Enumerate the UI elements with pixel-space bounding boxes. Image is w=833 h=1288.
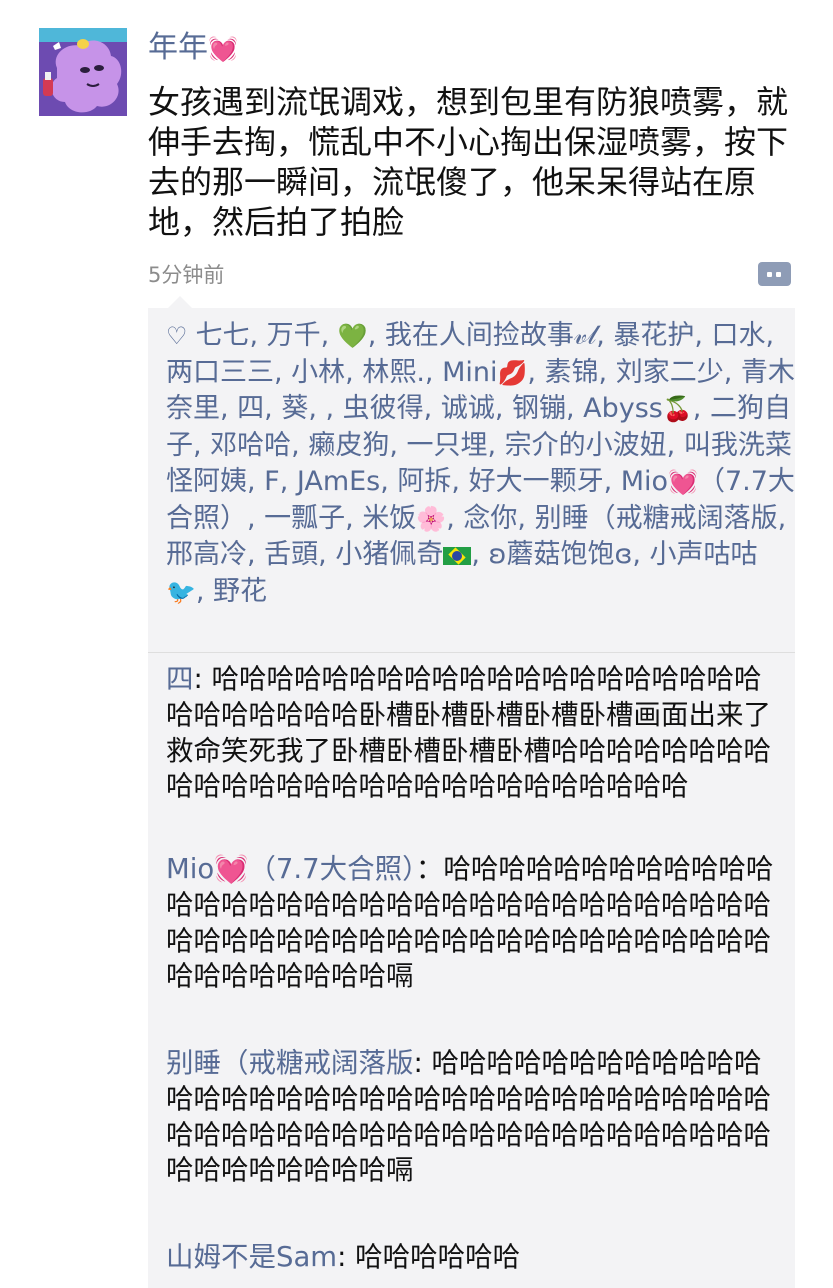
comment-item[interactable]: 山姆不是Sam: 哈哈哈哈哈哈 [166,1240,786,1276]
cherry-blossom-icon: 🌸 [416,504,447,533]
post-username[interactable]: 年年💓 [148,28,238,68]
likes-segment[interactable]: , 野花 [196,576,267,607]
comment-separator: : [413,1047,432,1079]
likes-segment[interactable]: 七七, 万千, [196,320,338,351]
comment-author[interactable]: 四 [166,663,194,695]
likes-segment[interactable]: , ʚ蘑菇饱饱ɞ, 小声咕咕 [471,539,757,570]
cherries-icon: 🍒 [662,395,693,423]
likes-list: ♡ 七七, 万千, 💚, 我在人间捡故事𝓋𝓁, 暴花护, 口水, 两口三三, 小林… [166,318,796,610]
bird-icon: 🐦 [166,577,196,606]
comment-text: 哈哈哈哈哈哈哈哈哈哈哈哈哈哈哈哈哈哈哈哈哈哈哈哈哈哈哈卧槽卧槽卧槽卧槽卧槽画面出… [166,663,771,803]
comment-separator: : [193,663,212,695]
comment-author[interactable]: 别睡（戒糖戒阔落版 [166,1047,414,1079]
comment-separator: ： [415,853,444,885]
heart-outline-icon: ♡ [166,322,188,350]
avatar[interactable] [39,28,127,116]
kiss-lips-icon: 💋 [497,358,528,387]
comment-author[interactable]: Mio💓（7.7大合照） [166,853,416,885]
comment-item[interactable]: Mio💓（7.7大合照）：哈哈哈哈哈哈哈哈哈哈哈哈哈哈哈哈哈哈哈哈哈哈哈哈哈哈哈… [166,852,786,995]
comment-text: 哈哈哈哈哈哈 [355,1241,521,1273]
sparkling-heart-icon: 💓 [668,468,698,496]
lumpy-space-princess-icon [39,28,127,116]
brazil-flag-icon [443,547,472,565]
dot-icon [767,272,772,277]
comment-more-button[interactable] [758,262,791,286]
dot-icon [776,272,781,277]
post-time: 5分钟前 [148,263,225,287]
panel-arrow [168,296,192,308]
comment-separator: : [337,1241,356,1273]
likes-divider [148,652,795,653]
comment-item[interactable]: 别睡（戒糖戒阔落版: 哈哈哈哈哈哈哈哈哈哈哈哈哈哈哈哈哈哈哈哈哈哈哈哈哈哈哈哈哈… [166,1046,786,1189]
comment-author[interactable]: 山姆不是Sam [166,1241,337,1273]
sparkling-heart-icon: 💓 [208,35,238,63]
post-text: 女孩遇到流氓调戏，想到包里有防狼喷雾，就伸手去掏，慌乱中不小心掏出保湿喷雾，按下… [148,83,789,241]
green-heart-icon: 💚 [337,322,368,350]
comment-item[interactable]: 四: 哈哈哈哈哈哈哈哈哈哈哈哈哈哈哈哈哈哈哈哈哈哈哈哈哈哈哈卧槽卧槽卧槽卧槽卧槽… [166,662,786,805]
username-text: 年年 [148,30,208,65]
